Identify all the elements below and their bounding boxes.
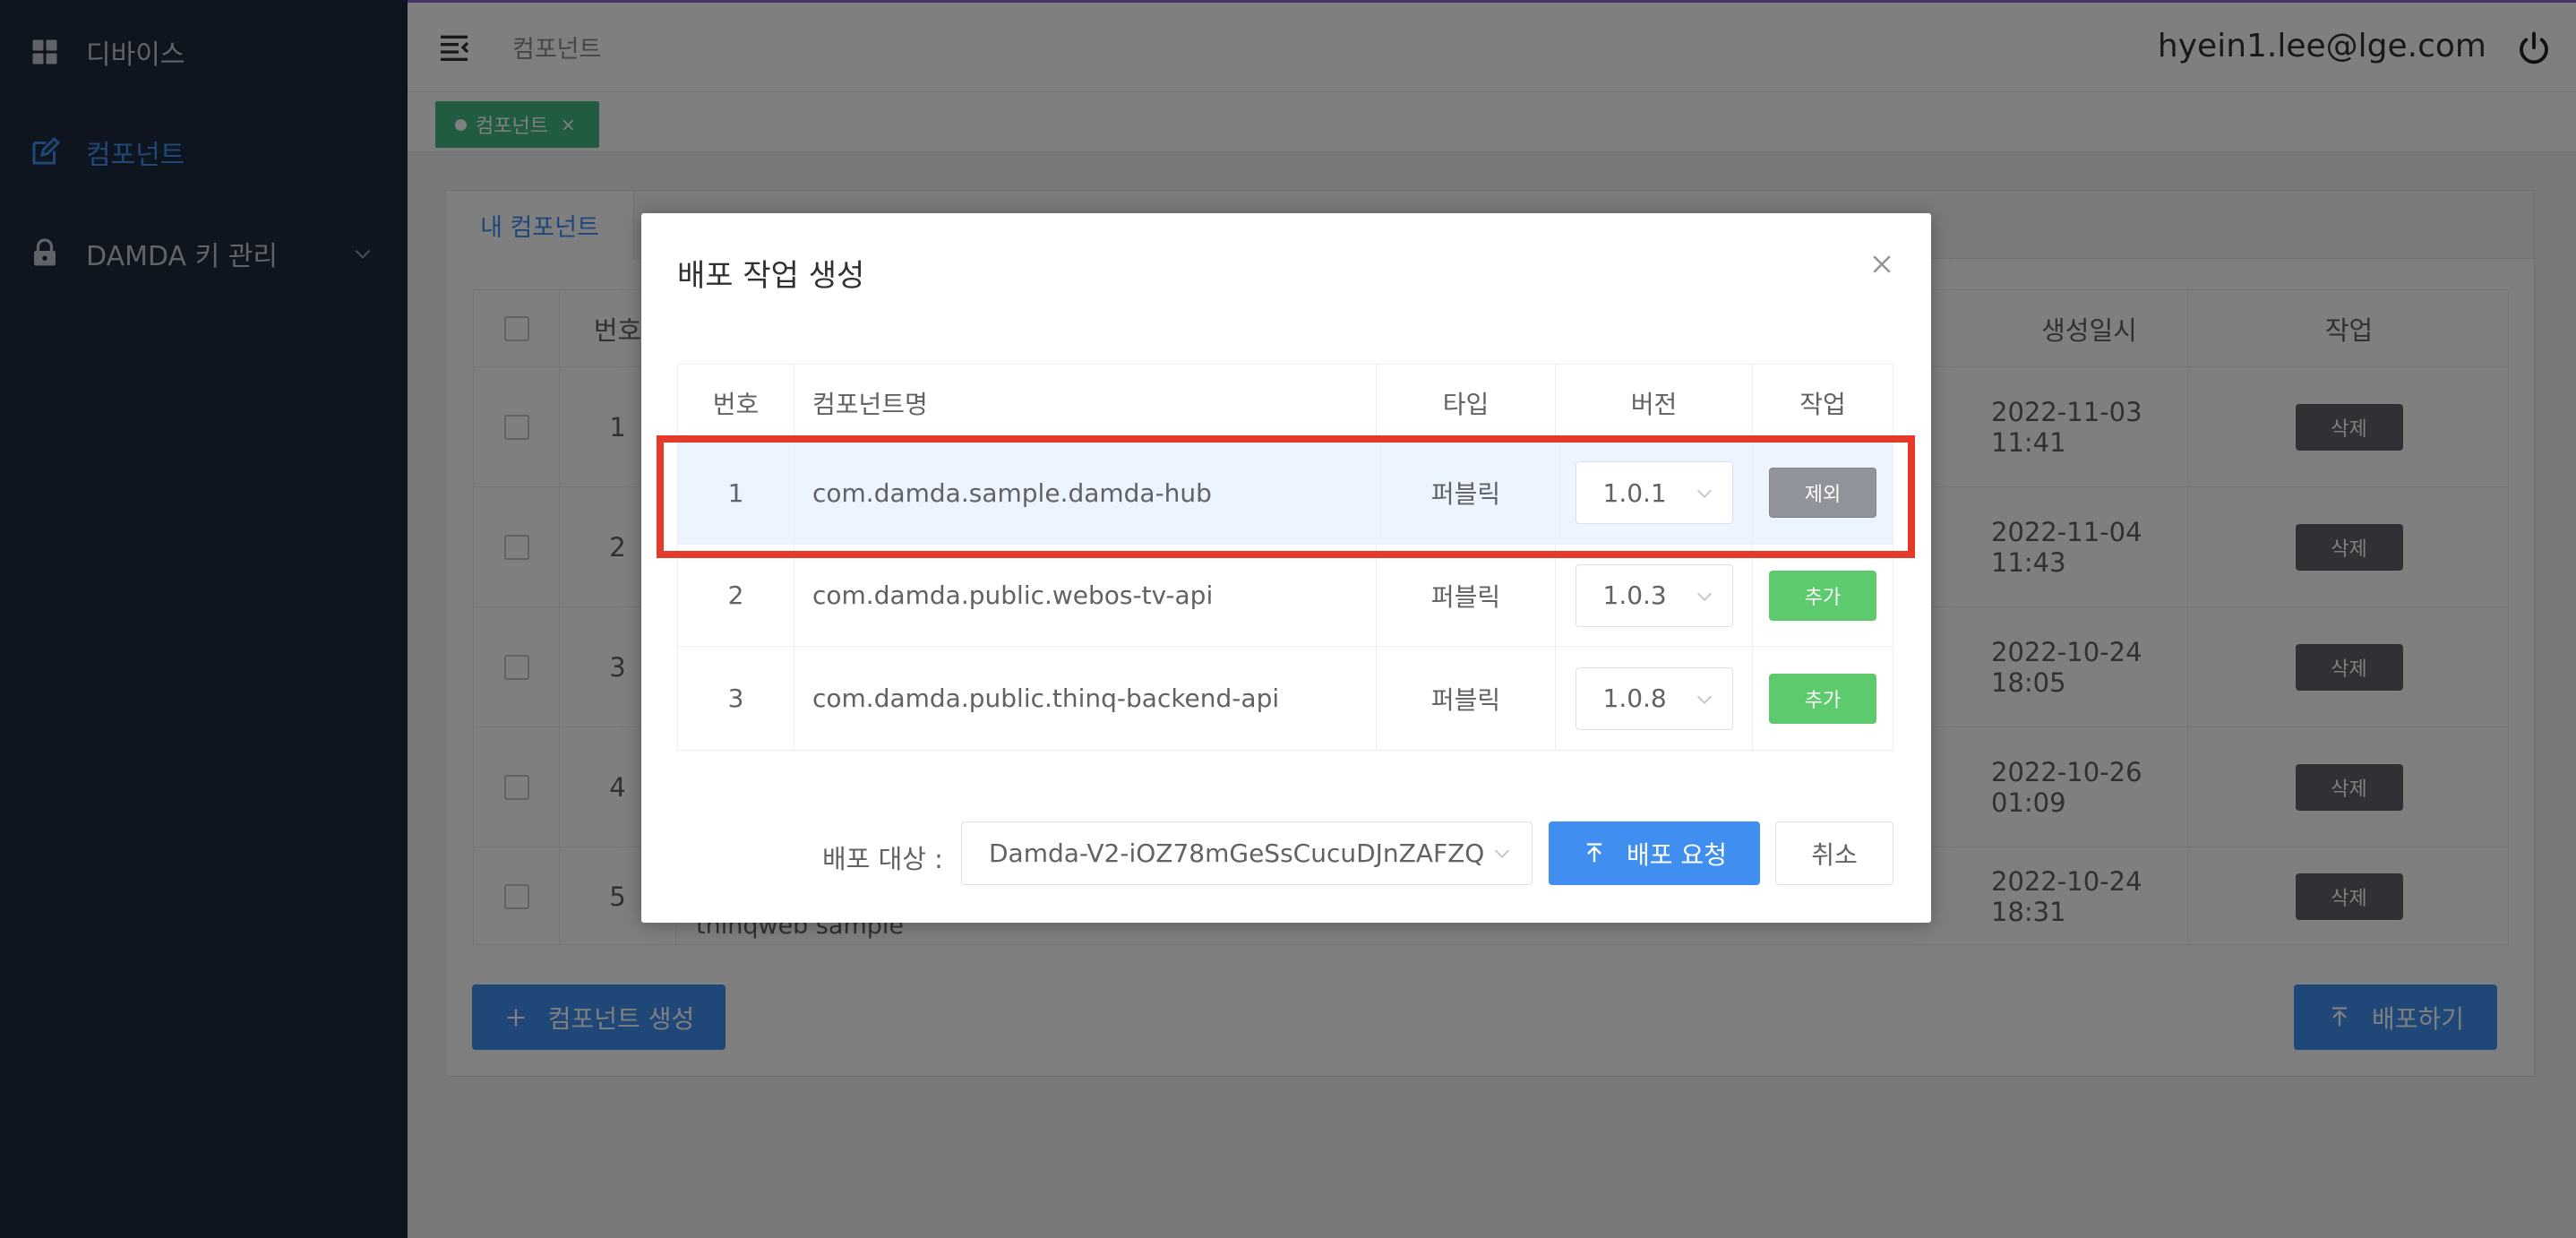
row-type: 퍼블릭 — [1377, 442, 1556, 544]
row-component-name: com.damda.public.webos-tv-api — [794, 545, 1377, 646]
chevron-down-icon — [1696, 695, 1712, 704]
close-icon[interactable] — [1868, 251, 1895, 278]
version-value: 1.0.1 — [1602, 477, 1667, 508]
row-version-cell: 1.0.8 — [1556, 647, 1753, 750]
version-select[interactable]: 1.0.3 — [1575, 563, 1733, 627]
deploy-target-value: Damda-V2-iOZ78mGeSsCucuDJnZAFZQ — [989, 838, 1485, 868]
header-action: 작업 — [1799, 389, 1846, 419]
row-type: 퍼블릭 — [1377, 545, 1556, 646]
header-name: 컴포넌트명 — [794, 365, 1377, 441]
deploy-request-button[interactable]: 배포 요청 — [1549, 821, 1760, 885]
header-no: 번호 — [678, 365, 794, 441]
row-type: 퍼블릭 — [1377, 647, 1556, 750]
chevron-down-icon — [1696, 592, 1712, 601]
header-type: 타입 — [1377, 365, 1556, 441]
header-version: 버전 — [1556, 365, 1753, 441]
chevron-down-icon — [1495, 849, 1509, 858]
row-no: 1 — [678, 442, 794, 544]
exclude-button[interactable]: 제외 — [1769, 468, 1876, 518]
table-row-selected: 1 com.damda.sample.damda-hub 퍼블릭 1.0.1 제… — [678, 442, 1893, 545]
table-row: 2 com.damda.public.webos-tv-api 퍼블릭 1.0.… — [678, 545, 1893, 647]
add-button[interactable]: 추가 — [1769, 570, 1876, 621]
row-no: 2 — [678, 545, 794, 646]
table-header: 번호 컴포넌트명 타입 버전 작업 — [678, 365, 1893, 442]
deploy-job-dialog: 배포 작업 생성 번호 컴포넌트명 타입 버전 작업 1 com.damda.s… — [641, 213, 1931, 923]
deploy-target-select[interactable]: Damda-V2-iOZ78mGeSsCucuDJnZAFZQ — [961, 821, 1533, 885]
row-version-cell: 1.0.1 — [1556, 442, 1753, 544]
add-button[interactable]: 추가 — [1769, 673, 1876, 724]
version-value: 1.0.3 — [1602, 580, 1667, 610]
deploy-target-label: 배포 대상 : — [822, 844, 943, 874]
row-component-name: com.damda.public.thinq-backend-api — [794, 647, 1377, 750]
version-select[interactable]: 1.0.1 — [1575, 461, 1733, 524]
deploy-components-table: 번호 컴포넌트명 타입 버전 작업 1 com.damda.sample.dam… — [677, 364, 1893, 751]
chevron-down-icon — [1696, 489, 1712, 498]
row-action-cell: 추가 — [1753, 647, 1893, 750]
version-value: 1.0.8 — [1602, 683, 1667, 713]
deploy-request-label: 배포 요청 — [1627, 839, 1727, 870]
row-action-cell: 제외 — [1753, 442, 1893, 544]
upload-icon — [1586, 842, 1602, 862]
version-select[interactable]: 1.0.8 — [1575, 666, 1733, 730]
table-row: 3 com.damda.public.thinq-backend-api 퍼블릭… — [678, 647, 1893, 750]
cancel-button[interactable]: 취소 — [1775, 821, 1893, 885]
row-version-cell: 1.0.3 — [1556, 545, 1753, 646]
row-no: 3 — [678, 647, 794, 750]
dialog-title: 배포 작업 생성 — [677, 258, 865, 294]
row-action-cell: 추가 — [1753, 545, 1893, 646]
row-component-name: com.damda.sample.damda-hub — [794, 442, 1377, 544]
